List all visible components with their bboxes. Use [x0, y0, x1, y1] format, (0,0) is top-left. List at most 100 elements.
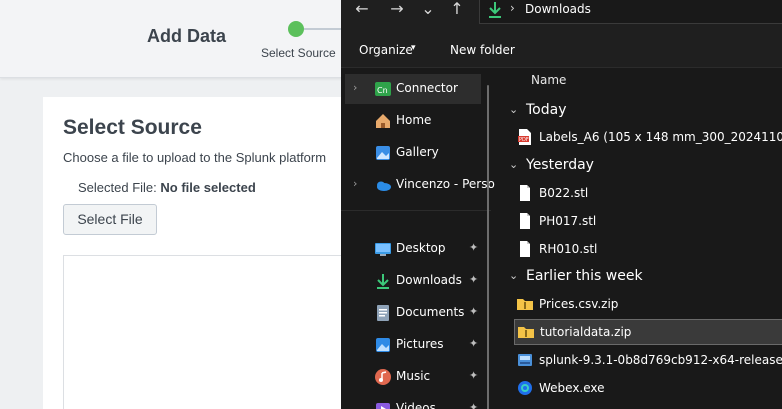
- file-name: Prices.csv.zip: [539, 297, 619, 311]
- file-explorer-dialog: ← → ⌄ ↑ › Downloads Organize ▾ New folde…: [341, 0, 782, 409]
- back-button[interactable]: ←: [349, 0, 375, 20]
- document-file-icon: [517, 241, 533, 257]
- nav-item-label: Music: [396, 369, 431, 383]
- selected-file-label: Selected File:: [78, 180, 157, 195]
- organize-button[interactable]: Organize: [359, 43, 413, 57]
- nav-item-music[interactable]: Music ✦: [345, 362, 481, 392]
- file-item[interactable]: PH017.stl: [514, 209, 782, 235]
- pin-icon[interactable]: ✦: [469, 337, 478, 350]
- desktop-icon: [374, 240, 392, 258]
- svg-text:Cn: Cn: [377, 86, 388, 95]
- pin-icon[interactable]: ✦: [469, 369, 478, 382]
- group-label: Yesterday: [526, 157, 594, 173]
- home-icon: [374, 112, 392, 130]
- document-file-icon: [517, 185, 533, 201]
- gallery-icon: [374, 144, 392, 162]
- documents-icon: [374, 304, 392, 322]
- breadcrumb-downloads[interactable]: Downloads: [525, 2, 591, 16]
- recent-locations-button[interactable]: ⌄: [415, 0, 441, 20]
- nav-item-pictures[interactable]: Pictures ✦: [345, 330, 481, 360]
- pin-icon[interactable]: ✦: [469, 305, 478, 318]
- file-name: Webex.exe: [539, 381, 605, 395]
- connector-icon: Cn: [374, 80, 392, 98]
- command-bar: Organize ▾ New folder: [341, 32, 782, 68]
- selected-file-value: No file selected: [160, 180, 256, 195]
- nav-item-label: Downloads: [396, 273, 462, 287]
- pin-icon[interactable]: ✦: [469, 401, 478, 409]
- step-label: Select Source: [261, 46, 336, 60]
- pin-icon[interactable]: ✦: [469, 273, 478, 286]
- installer-file-icon: [517, 352, 533, 368]
- file-item-selected[interactable]: tutorialdata.zip: [514, 319, 782, 345]
- group-label: Earlier this week: [526, 268, 643, 284]
- file-name: Labels_A6 (105 x 148 mm_300_202411011131…: [539, 130, 782, 144]
- svg-text:PDF: PDF: [519, 137, 529, 143]
- expand-chevron-icon[interactable]: ›: [353, 177, 357, 190]
- group-label: Today: [526, 102, 567, 118]
- new-folder-button[interactable]: New folder: [450, 43, 515, 57]
- group-header-yesterday[interactable]: ⌄ Yesterday: [505, 154, 782, 180]
- file-name: tutorialdata.zip: [540, 325, 632, 339]
- selected-file-text: Selected File: No file selected: [78, 180, 256, 195]
- nav-item-label: Desktop: [396, 241, 446, 255]
- nav-item-home[interactable]: Home: [345, 106, 481, 136]
- panel-description: Choose a file to upload to the Splunk pl…: [63, 150, 327, 165]
- nav-item-desktop[interactable]: Desktop ✦: [345, 234, 481, 264]
- nav-item-connector[interactable]: › Cn Connector: [345, 74, 481, 104]
- file-name: PH017.stl: [539, 214, 597, 228]
- onedrive-icon: [374, 176, 392, 194]
- nav-divider: [341, 210, 491, 211]
- collapse-chevron-icon[interactable]: ⌄: [509, 158, 518, 171]
- file-item[interactable]: Prices.csv.zip: [514, 292, 782, 318]
- nav-item-label: Videos: [396, 401, 436, 409]
- file-name: splunk-9.3.1-0b8d769cb912-x64-release.ms…: [539, 353, 782, 367]
- nav-item-label: Home: [396, 113, 432, 127]
- collapse-chevron-icon[interactable]: ⌄: [509, 269, 518, 282]
- file-item[interactable]: Webex.exe: [514, 376, 782, 402]
- breadcrumb-separator: ›: [510, 1, 515, 15]
- nav-item-downloads[interactable]: Downloads ✦: [345, 266, 481, 296]
- panel-title: Select Source: [63, 116, 202, 139]
- nav-item-label: Gallery: [396, 145, 439, 159]
- page-title: Add Data: [147, 26, 227, 46]
- forward-button[interactable]: →: [384, 0, 410, 20]
- nav-item-documents[interactable]: Documents ✦: [345, 298, 481, 328]
- group-header-today[interactable]: ⌄ Today: [505, 99, 782, 125]
- nav-item-label: Pictures: [396, 337, 444, 351]
- file-item[interactable]: splunk-9.3.1-0b8d769cb912-x64-release.ms…: [514, 348, 782, 374]
- file-drop-area[interactable]: [63, 255, 353, 409]
- file-name: B022.stl: [539, 186, 589, 200]
- organize-dropdown-icon[interactable]: ▾: [411, 43, 416, 53]
- pin-icon[interactable]: ✦: [469, 241, 478, 254]
- downloads-icon: [374, 272, 392, 290]
- navigation-scrollbar[interactable]: [487, 85, 489, 409]
- expand-chevron-icon[interactable]: ›: [353, 81, 357, 94]
- pictures-icon: [374, 336, 392, 354]
- collapse-chevron-icon[interactable]: ⌄: [509, 103, 518, 116]
- nav-item-gallery[interactable]: Gallery: [345, 138, 481, 168]
- column-header-name[interactable]: Name: [531, 73, 566, 87]
- zip-folder-icon: [517, 296, 533, 312]
- select-file-button[interactable]: Select File: [63, 204, 157, 235]
- nav-item-label: Vincenzo - Perso: [396, 177, 495, 191]
- music-icon: [374, 368, 392, 386]
- file-name: RH010.stl: [539, 242, 598, 256]
- step-indicator-dot: [288, 21, 304, 37]
- navigation-bar: ← → ⌄ ↑ › Downloads: [341, 0, 782, 32]
- nav-item-label: Documents: [396, 305, 465, 319]
- up-button[interactable]: ↑: [444, 0, 470, 20]
- nav-item-videos[interactable]: Videos ✦: [345, 394, 481, 409]
- file-item[interactable]: B022.stl: [514, 181, 782, 207]
- pdf-file-icon: PDF: [517, 129, 533, 145]
- videos-icon: [374, 400, 392, 409]
- file-list: Name ⌄ Today PDF Labels_A6 (105 x 148 mm…: [501, 68, 782, 409]
- nav-item-label: Connector: [396, 81, 458, 95]
- step-connector-line: [304, 28, 344, 30]
- nav-item-onedrive[interactable]: › Vincenzo - Perso: [345, 170, 495, 200]
- address-bar[interactable]: › Downloads: [479, 0, 782, 24]
- select-source-panel: Select Source Choose a file to upload to…: [43, 97, 363, 409]
- webex-app-icon: [517, 380, 533, 396]
- group-header-earlier-this-week[interactable]: ⌄ Earlier this week: [505, 265, 782, 291]
- file-item[interactable]: PDF Labels_A6 (105 x 148 mm_300_20241101…: [514, 125, 782, 151]
- file-item[interactable]: RH010.stl: [514, 237, 782, 263]
